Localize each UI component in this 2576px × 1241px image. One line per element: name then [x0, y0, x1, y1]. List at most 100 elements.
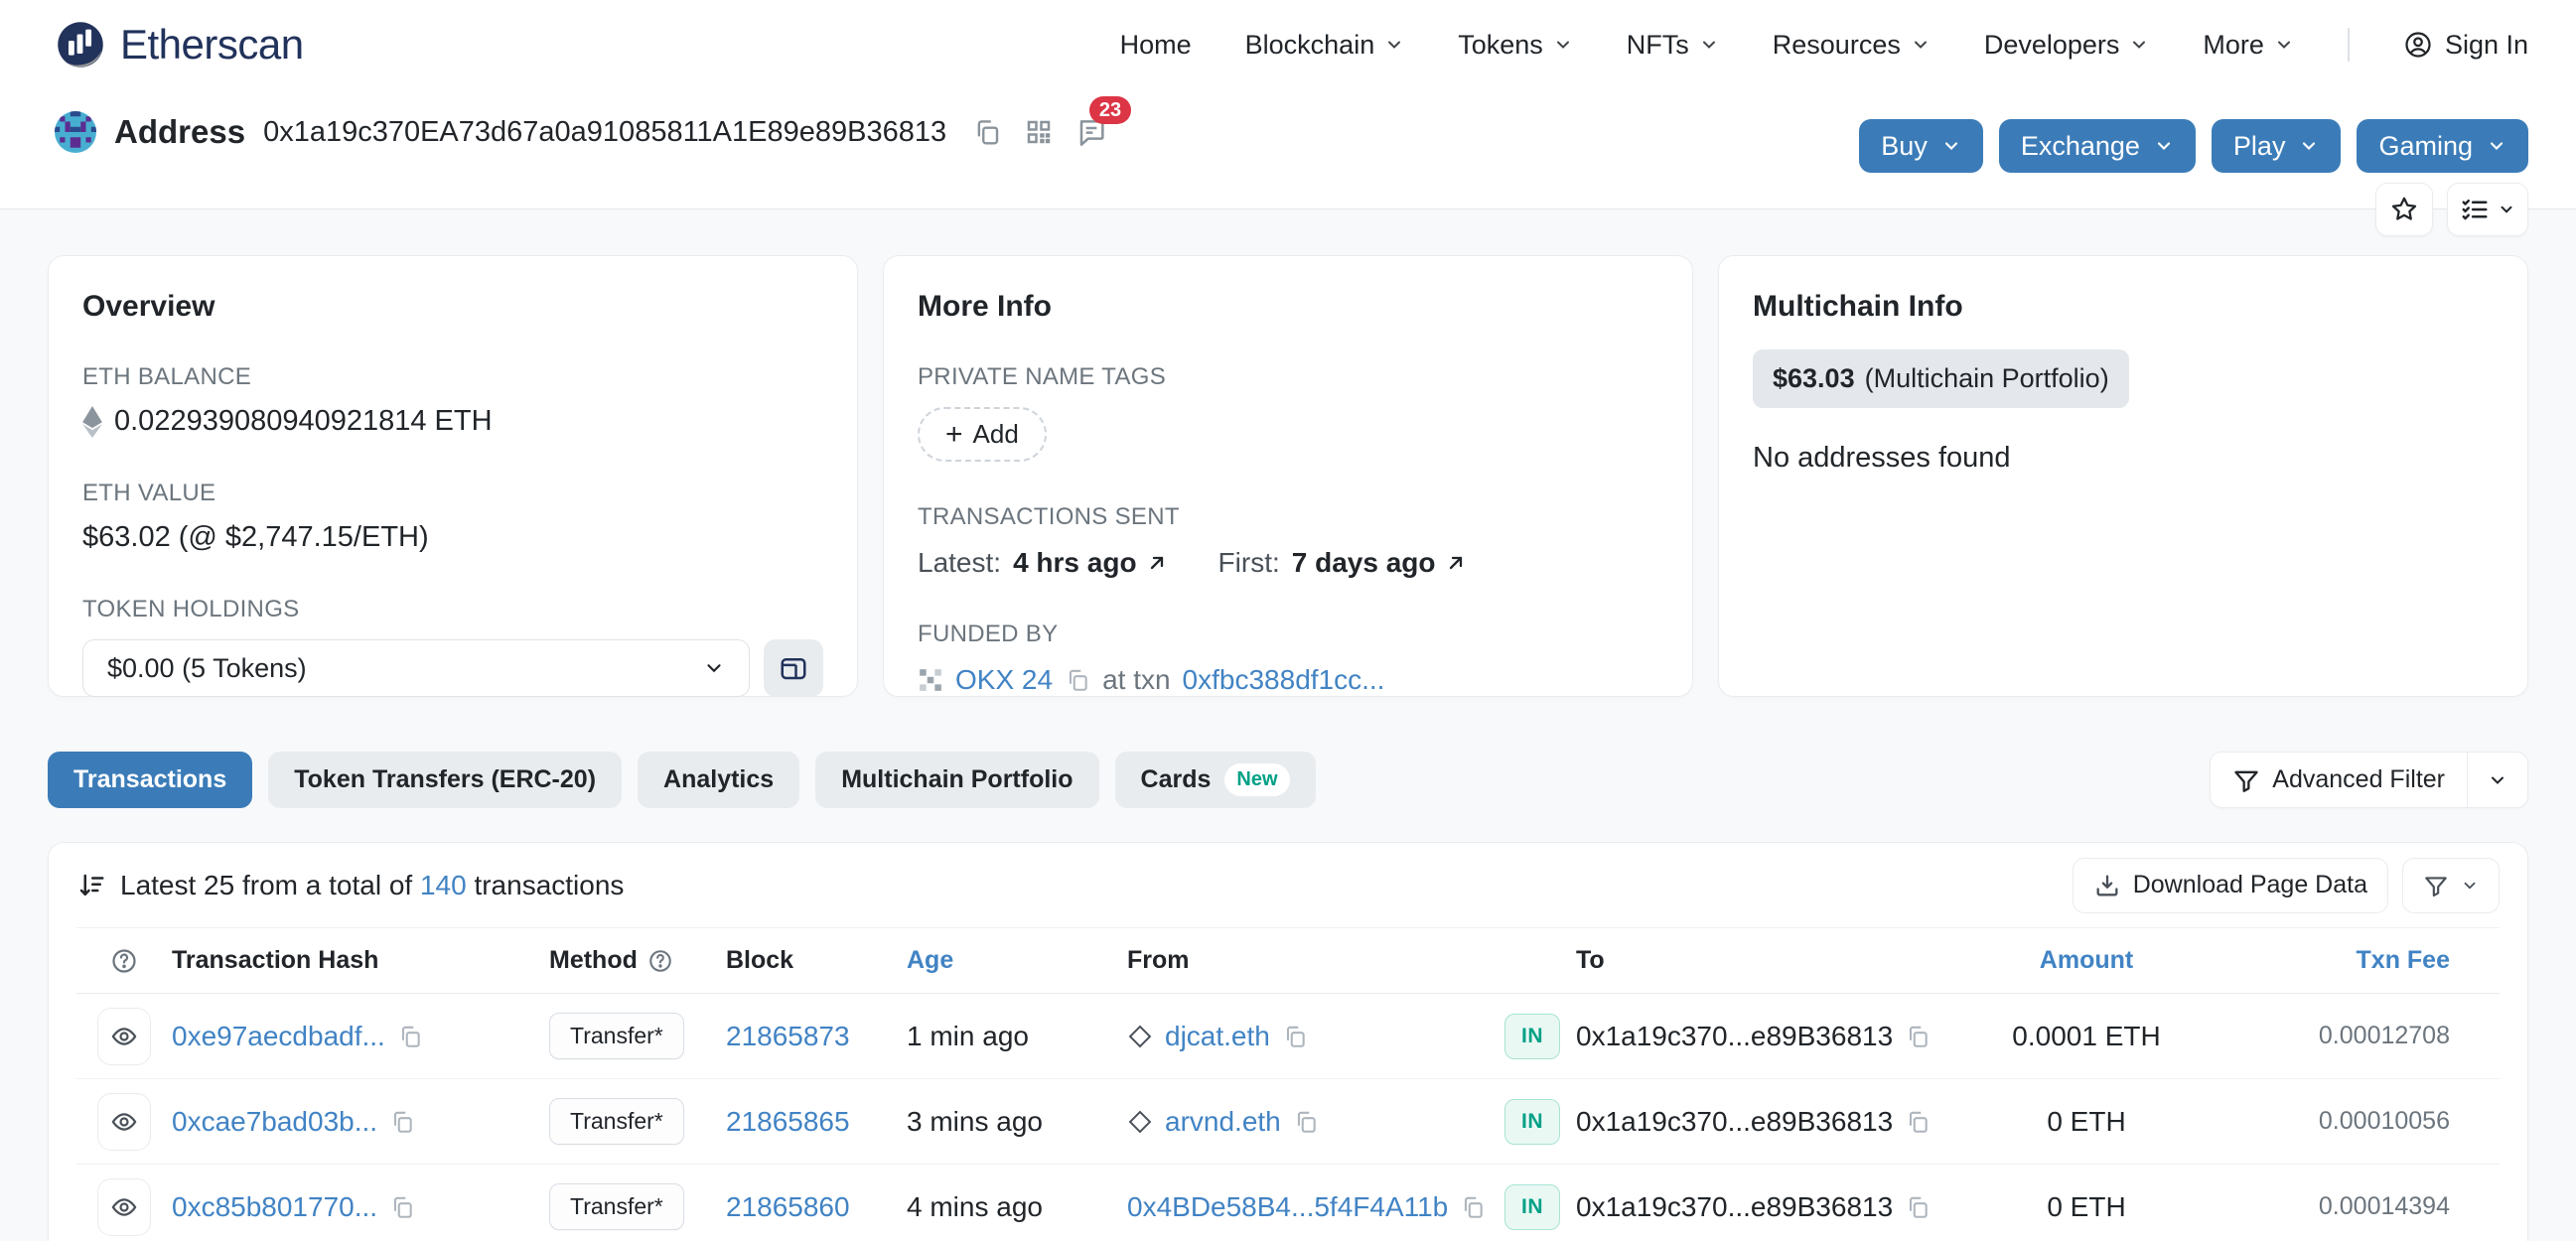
tab-cards[interactable]: Cards New	[1114, 752, 1316, 808]
funnel-icon	[2232, 766, 2260, 794]
latest-tx-link[interactable]: 4 hrs ago	[1013, 547, 1168, 579]
play-button[interactable]: Play	[2211, 119, 2342, 173]
help-icon[interactable]	[110, 947, 138, 975]
col-amount[interactable]: Amount	[2040, 946, 2133, 975]
sign-in-button[interactable]: Sign In	[2403, 30, 2528, 61]
token-holdings-label: TOKEN HOLDINGS	[82, 596, 300, 622]
method-badge[interactable]: Transfer*	[549, 1183, 684, 1230]
tx-hash-link[interactable]: 0xc85b801770...	[172, 1191, 377, 1223]
advanced-filter-main[interactable]: Advanced Filter	[2211, 753, 2468, 807]
to-address: 0x1a19c370...e89B36813	[1576, 1190, 1894, 1222]
wallet-icon	[779, 653, 808, 683]
tab-transactions[interactable]: Transactions	[48, 752, 253, 808]
page-title: Address	[114, 113, 246, 150]
person-icon	[2403, 30, 2433, 60]
ens-diamond-icon	[1127, 1109, 1153, 1135]
tx-summary: Latest 25 from a total of 140 transactio…	[120, 869, 625, 900]
tx-hash-link[interactable]: 0xcae7bad03b...	[172, 1106, 377, 1138]
eth-value-text: $63.02 (@ $2,747.15/ETH)	[82, 521, 429, 553]
preview-tx-button[interactable]	[97, 1177, 151, 1236]
top-nav: Etherscan Home Blockchain Tokens NFTs Re…	[0, 0, 2576, 89]
col-txn-fee[interactable]: Txn Fee	[2357, 946, 2450, 975]
eye-icon	[110, 1108, 138, 1136]
method-badge[interactable]: Transfer*	[549, 1013, 684, 1059]
eth-balance-label: ETH BALANCE	[82, 363, 252, 390]
nav-item-home[interactable]: Home	[1120, 30, 1192, 61]
tab-token-transfers[interactable]: Token Transfers (ERC-20)	[268, 752, 623, 808]
block-link[interactable]: 21865860	[726, 1191, 907, 1223]
download-page-data-button[interactable]: Download Page Data	[2072, 857, 2388, 913]
copy-icon[interactable]	[1905, 1109, 1931, 1135]
funding-txn-link[interactable]: 0xfbc388df1cc...	[1183, 664, 1385, 696]
method-badge[interactable]: Transfer*	[549, 1098, 684, 1145]
address-value[interactable]: 0x1a19c370EA73d67a0a91085811A1E89e89B368…	[263, 116, 946, 149]
copy-icon[interactable]	[397, 1024, 423, 1049]
etherscan-logo[interactable]: Etherscan	[55, 19, 304, 70]
token-holdings-select[interactable]: $0.00 (5 Tokens)	[82, 639, 750, 697]
chevron-down-icon	[2461, 877, 2479, 895]
direction-badge: IN	[1504, 1098, 1560, 1145]
nav-item-tokens[interactable]: Tokens	[1458, 30, 1573, 61]
nav-item-blockchain[interactable]: Blockchain	[1245, 30, 1405, 61]
funder-link[interactable]: OKX 24	[955, 664, 1053, 696]
table-filter-button[interactable]	[2402, 857, 2500, 913]
comment-count-badge: 23	[1088, 96, 1132, 124]
table-row: 0xe97aecdbadf... Transfer* 21865873 1 mi…	[76, 994, 2500, 1079]
wallet-button[interactable]	[764, 639, 823, 697]
multichain-info-card: Multichain Info $63.03 (Multichain Portf…	[1718, 255, 2528, 697]
etherscan-mark-icon	[55, 19, 106, 70]
nav-item-more[interactable]: More	[2203, 30, 2294, 61]
to-address: 0x1a19c370...e89B36813	[1576, 1105, 1894, 1137]
from-address-link[interactable]: arvnd.eth	[1165, 1106, 1281, 1138]
copy-icon[interactable]	[1065, 667, 1090, 693]
copy-icon[interactable]	[389, 1194, 415, 1220]
exchange-button[interactable]: Exchange	[1998, 119, 2196, 173]
watchlist-menu-button[interactable]	[2447, 183, 2528, 236]
from-address-link[interactable]: 0x4BDe58B4...5f4F4A11b	[1127, 1191, 1448, 1223]
first-label: First:	[1217, 547, 1280, 578]
col-age[interactable]: Age	[907, 946, 1127, 975]
transactions-panel: Latest 25 from a total of 140 transactio…	[48, 842, 2528, 1241]
buy-button[interactable]: Buy	[1859, 119, 1983, 173]
copy-icon[interactable]	[389, 1109, 415, 1135]
advanced-filter-button: Advanced Filter	[2210, 752, 2528, 808]
advanced-filter-dropdown[interactable]	[2468, 753, 2527, 807]
chevron-down-icon	[1699, 35, 1719, 55]
tab-analytics[interactable]: Analytics	[638, 752, 800, 808]
nav-item-developers[interactable]: Developers	[1984, 30, 2150, 61]
block-link[interactable]: 21865865	[726, 1106, 907, 1138]
tab-multichain-portfolio[interactable]: Multichain Portfolio	[815, 752, 1099, 808]
table-row: 0xc85b801770... Transfer* 21865860 4 min…	[76, 1165, 2500, 1241]
help-icon[interactable]	[647, 948, 673, 974]
plus-icon: +	[945, 417, 963, 451]
chevron-down-icon	[2303, 142, 2316, 151]
copy-icon[interactable]	[1293, 1109, 1319, 1135]
preview-tx-button[interactable]	[97, 1092, 151, 1151]
eth-balance-value: 0.022939080940921814 ETH	[114, 405, 493, 437]
copy-icon[interactable]	[1282, 1024, 1308, 1049]
nav-item-resources[interactable]: Resources	[1773, 30, 1931, 61]
copy-icon[interactable]	[1460, 1194, 1486, 1220]
tx-fee: 0.00010056	[2318, 1107, 2450, 1135]
nav-links: Home Blockchain Tokens NFTs Resources De…	[1120, 28, 2528, 62]
first-tx-link[interactable]: 7 days ago	[1292, 547, 1468, 579]
copy-icon[interactable]	[1905, 1194, 1931, 1220]
preview-tx-button[interactable]	[97, 1007, 151, 1065]
block-link[interactable]: 21865873	[726, 1021, 907, 1052]
new-badge: New	[1224, 763, 1290, 796]
comments-icon[interactable]: 23	[1075, 96, 1132, 148]
total-tx-count[interactable]: 140	[420, 870, 467, 900]
qr-code-icon[interactable]	[1024, 117, 1054, 147]
chevron-down-icon	[2274, 35, 2294, 55]
chevron-down-icon	[1911, 35, 1931, 55]
tx-hash-link[interactable]: 0xe97aecdbadf...	[172, 1021, 385, 1052]
sort-icon[interactable]	[76, 871, 106, 900]
multichain-portfolio-badge[interactable]: $63.03 (Multichain Portfolio)	[1753, 349, 2129, 408]
gaming-button[interactable]: Gaming	[2357, 119, 2528, 173]
copy-icon[interactable]	[1905, 1024, 1931, 1049]
from-address-link[interactable]: djcat.eth	[1165, 1021, 1270, 1052]
nav-item-nfts[interactable]: NFTs	[1627, 30, 1719, 61]
favorite-button[interactable]	[2375, 183, 2433, 236]
add-name-tag-button[interactable]: + Add	[918, 407, 1047, 462]
copy-address-icon[interactable]	[972, 117, 1002, 147]
